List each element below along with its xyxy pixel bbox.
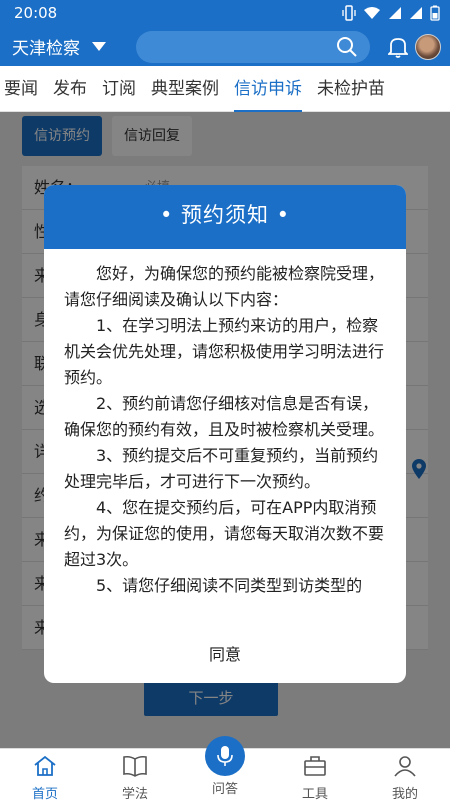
notice-paragraph: 1、在学习明法上预约来访的用户，检察机关会优先处理，请您积极使用学习明法进行预约…: [64, 316, 385, 387]
nav-study-law[interactable]: 学法: [100, 755, 170, 800]
nav-label: 学法: [121, 787, 148, 800]
nav-tools[interactable]: 工具: [280, 755, 350, 800]
tab-release[interactable]: 发布: [53, 66, 87, 112]
region-label: 天津检察: [12, 39, 80, 59]
search-input[interactable]: [136, 31, 370, 63]
battery-icon: [430, 5, 440, 21]
book-icon: [123, 755, 147, 777]
nav-profile[interactable]: 我的: [370, 755, 440, 800]
notice-paragraph: 2、预约前请您仔细核对信息是否有误，确保您的预约有效，且及时被检察机关受理。: [64, 394, 385, 439]
dialog-body[interactable]: 您好，为确保您的预约能被检察院受理，请您仔细阅读及确认以下内容： 1、在学习明法…: [44, 249, 406, 599]
search-icon[interactable]: [336, 36, 358, 58]
nav-label: 首页: [31, 787, 58, 800]
avatar[interactable]: [415, 34, 441, 60]
tab-subscribe[interactable]: 订阅: [102, 66, 136, 112]
nav-label: 工具: [301, 787, 328, 800]
appointment-notice-dialog: • 预约须知 • 您好，为确保您的预约能被检察院受理，请您仔细阅读及确认以下内容…: [44, 185, 406, 683]
vibrate-icon: [342, 5, 356, 21]
region-selector[interactable]: 天津检察: [12, 34, 106, 59]
toolbox-icon: [304, 756, 326, 776]
tab-news[interactable]: 要闻: [4, 66, 38, 112]
dialog-title: • 预约须知 •: [44, 185, 406, 249]
app-header: 天津检察: [0, 28, 450, 66]
caret-down-icon: [92, 42, 106, 51]
nav-qa-button[interactable]: [205, 736, 245, 776]
status-time: 20:08: [14, 4, 58, 22]
tab-minor-protection[interactable]: 未检护苗: [317, 66, 385, 112]
agree-button[interactable]: 同意: [44, 641, 406, 665]
status-bar: 20:08: [0, 0, 450, 28]
notice-paragraph: 5、请您仔细阅读不同类型到访类型的: [96, 576, 363, 595]
mic-icon: [217, 746, 233, 766]
wifi-icon: [364, 7, 380, 19]
nav-label: 我的: [391, 787, 418, 800]
status-icons: [342, 5, 440, 21]
bell-icon[interactable]: [388, 36, 408, 58]
category-tabs: 要闻 发布 订阅 典型案例 信访申诉 未检护苗: [0, 66, 450, 112]
notice-paragraph: 您好，为确保您的预约能被检察院受理，请您仔细阅读及确认以下内容：: [64, 264, 385, 309]
user-icon: [394, 756, 416, 777]
nav-home[interactable]: 首页: [10, 755, 80, 800]
tab-cases[interactable]: 典型案例: [151, 66, 219, 112]
notice-paragraph: 4、您在提交预约后，可在APP内取消预约，为保证您的使用，请您每天取消次数不要超…: [64, 498, 385, 569]
notice-paragraph: 3、预约提交后不可重复预约，当前预约处理完毕后，才可进行下一次预约。: [64, 446, 379, 491]
nav-label: 问答: [211, 782, 238, 797]
signal-icon: [389, 7, 401, 19]
signal-icon-2: [410, 7, 422, 19]
home-icon: [34, 755, 56, 776]
tab-petition[interactable]: 信访申诉: [234, 66, 302, 112]
